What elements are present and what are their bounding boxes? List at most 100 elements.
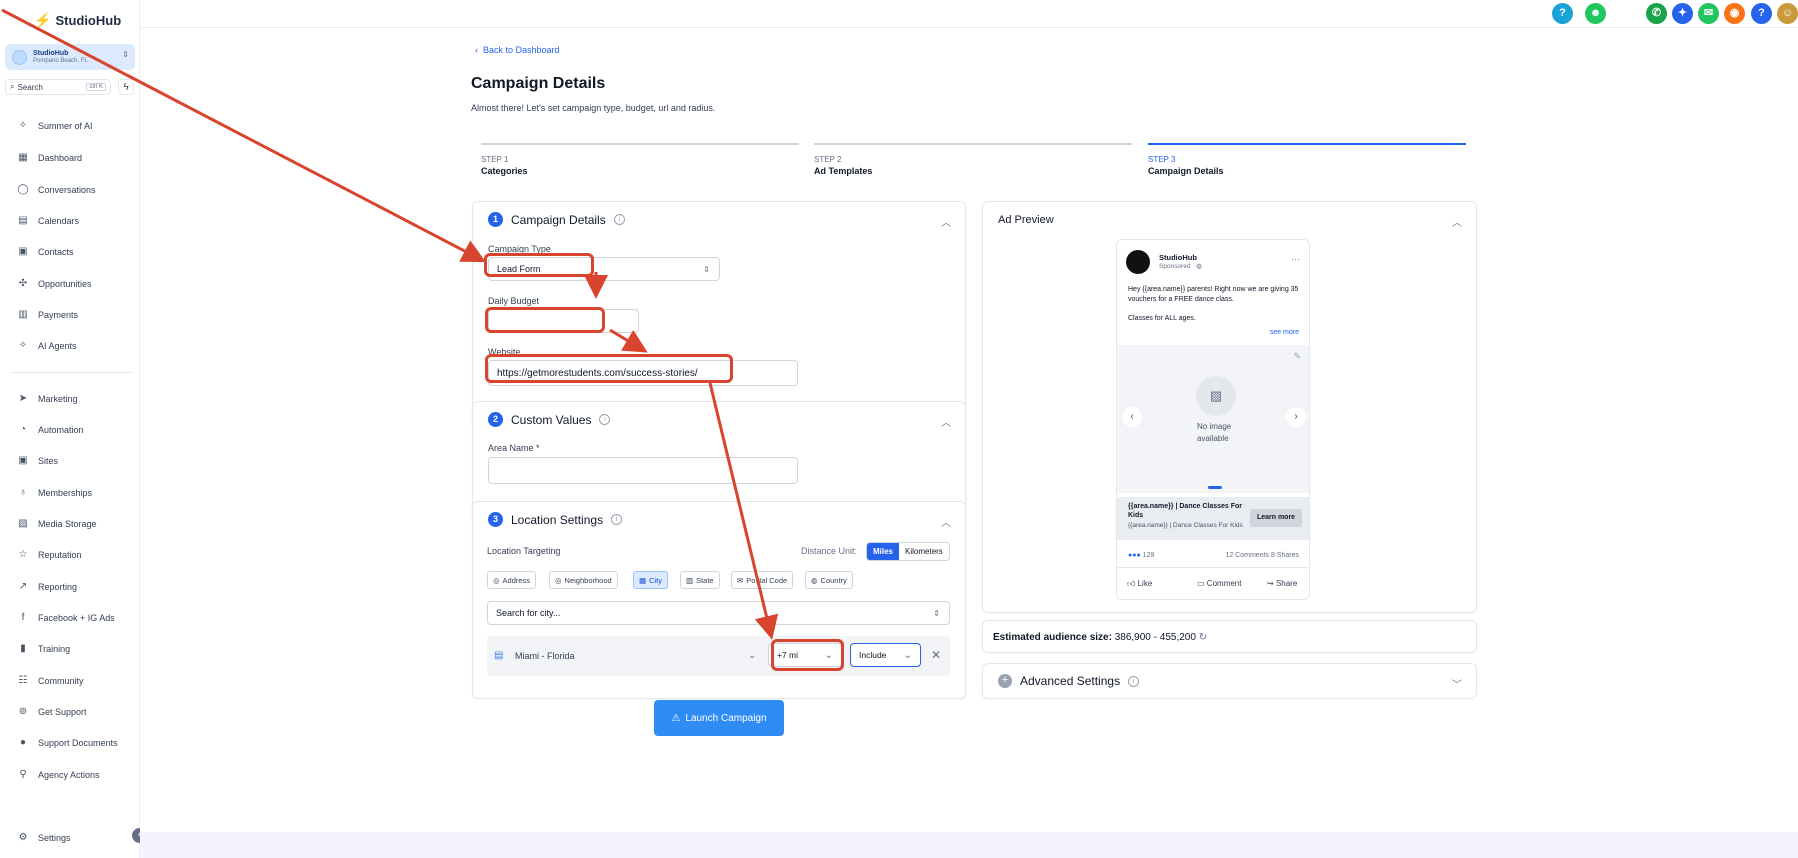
chip-address[interactable]: ◎ Address	[487, 571, 537, 589]
nav-calendars[interactable]: ▤ Calendars	[17, 215, 79, 226]
more-icon[interactable]: ···	[1291, 254, 1300, 264]
chevron-down-icon: ⌄	[903, 649, 912, 661]
nodes-icon: ⚲	[19, 769, 27, 780]
like-action[interactable]: 👍︎ Like	[1127, 579, 1152, 589]
chip-neighborhood[interactable]: ◎ Neighborhood	[549, 571, 618, 589]
launch-label: Launch Campaign	[685, 712, 767, 724]
info-icon[interactable]: i	[611, 514, 623, 525]
nav-contacts[interactable]: ▣ Contacts	[17, 246, 73, 257]
search-input[interactable]: ⌕ Search ctrl K	[5, 79, 111, 95]
edit-icon[interactable]: ✎	[1293, 351, 1301, 362]
nav-label: Payments	[38, 309, 79, 320]
phone-icon[interactable]: ✆	[1646, 3, 1667, 24]
advanced-settings-card[interactable]: + Advanced Settings i ﹀	[982, 663, 1477, 699]
share-action[interactable]: ↪ Share	[1267, 579, 1297, 588]
android-icon[interactable]: ☻	[1585, 3, 1606, 24]
refresh-icon[interactable]: ↻	[1199, 632, 1207, 643]
sparkle-icon: ✧	[18, 340, 28, 351]
nav-community[interactable]: ☷ Community	[17, 675, 84, 686]
engagement-stats: 12 Comments 8 Shares	[1225, 552, 1299, 559]
carousel-prev-icon[interactable]: ‹	[1122, 407, 1142, 427]
nav-automation[interactable]: ◔ Automation	[17, 424, 84, 435]
chevron-down-icon[interactable]: ⌄	[748, 650, 756, 661]
chip-postal-code[interactable]: ✉ Postal Code	[731, 571, 794, 589]
nav-reporting[interactable]: ↗ Reporting	[17, 581, 77, 592]
section-number: 2	[488, 412, 503, 427]
question-icon[interactable]: ?	[1751, 3, 1772, 24]
step-3[interactable]: STEP 3 Campaign Details	[1148, 143, 1466, 176]
chevron-up-icon[interactable]: ︿	[1452, 214, 1462, 229]
audience-size: Estimated audience size: 386,900 - 455,2…	[993, 632, 1207, 643]
avatar-icon[interactable]: ☺	[1777, 3, 1798, 24]
unit-miles[interactable]: Miles	[867, 543, 900, 560]
megaphone-icon[interactable]: ✉	[1698, 3, 1719, 24]
select-arrows-icon: ⇕	[933, 608, 940, 618]
chevron-up-icon[interactable]: ︿	[941, 514, 951, 529]
step-number: STEP 1	[481, 155, 509, 164]
main-content: ‹ Back to Dashboard Campaign Details Alm…	[140, 28, 1798, 832]
info-icon[interactable]: i	[599, 414, 611, 425]
nav-label: Facebook + IG Ads	[38, 612, 115, 623]
nav-reputation[interactable]: ☆ Reputation	[17, 549, 82, 560]
nav-get-support[interactable]: ⊚ Get Support	[17, 706, 87, 717]
nav-facebook-ig-ads[interactable]: f Facebook + IG Ads	[17, 612, 115, 623]
step-1[interactable]: STEP 1 Categories	[481, 143, 799, 176]
bolt-logo-icon: ⚡	[34, 12, 52, 28]
nav-ai-agents[interactable]: ✧ AI Agents	[17, 340, 77, 351]
comment-label: Comment	[1206, 579, 1242, 588]
remove-location-icon[interactable]: ✕	[931, 648, 941, 662]
sparkle-icon[interactable]: ✦	[1672, 3, 1693, 24]
nav-label: Reporting	[38, 581, 78, 592]
include-select[interactable]: Include ⌄	[850, 643, 921, 667]
nav-label: Community	[38, 675, 84, 686]
comment-icon: ▭	[1197, 579, 1205, 588]
chip-city[interactable]: ▦ City	[633, 571, 669, 589]
quick-actions-button[interactable]: ϟ	[118, 79, 134, 95]
brand-logo[interactable]: ⚡ StudioHub	[34, 12, 121, 29]
nav-support-documents[interactable]: ● Support Documents	[17, 737, 118, 748]
see-more-link[interactable]: see more	[1270, 329, 1299, 336]
chip-state[interactable]: ▥ State	[680, 571, 720, 589]
select-arrows-icon: ⇕	[703, 264, 710, 274]
nav-memberships[interactable]: ♁ Memberships	[17, 487, 92, 498]
nav-opportunities[interactable]: ✣ Opportunities	[17, 278, 92, 289]
account-location: Pompano Beach, FL	[33, 57, 88, 64]
nav-sites[interactable]: ▣ Sites	[17, 455, 58, 466]
area-name-input[interactable]	[488, 457, 798, 484]
nav-label: AI Agents	[38, 340, 77, 351]
distance-unit-toggle[interactable]: Miles Kilometers	[866, 542, 950, 561]
unit-kilometers[interactable]: Kilometers	[899, 543, 949, 560]
learn-more-button[interactable]: Learn more	[1250, 509, 1302, 527]
nav-media-storage[interactable]: ▨ Media Storage	[17, 518, 96, 529]
reactions: ●●● 129	[1128, 552, 1154, 559]
bell-icon[interactable]: ◉	[1724, 3, 1745, 24]
advanced-settings-title: Advanced Settings	[1020, 674, 1121, 688]
chip-label: Neighborhood	[564, 575, 612, 585]
nav-summer-of-ai[interactable]: ✧ Summer of AI	[17, 120, 93, 131]
chevron-up-icon[interactable]: ︿	[941, 414, 951, 429]
nav-label: Sites	[38, 455, 59, 466]
nav-dashboard[interactable]: ▦ Dashboard	[17, 152, 82, 163]
nav-marketing[interactable]: ➤ Marketing	[17, 393, 78, 404]
back-to-dashboard-link[interactable]: ‹ Back to Dashboard	[475, 45, 560, 55]
nav-settings[interactable]: ⚙ Settings	[17, 832, 71, 843]
step-2[interactable]: STEP 2 Ad Templates	[814, 143, 1132, 176]
city-search-input[interactable]: Search for city... ⇕	[487, 601, 950, 625]
carousel-next-icon[interactable]: ›	[1286, 407, 1306, 427]
nav-payments[interactable]: ▥ Payments	[17, 309, 78, 320]
mail-icon: ✉	[737, 575, 744, 585]
help-icon[interactable]: ?	[1552, 3, 1573, 24]
info-icon[interactable]: i	[613, 214, 625, 225]
chevron-up-icon[interactable]: ︿	[941, 214, 951, 229]
launch-campaign-button[interactable]: ⚠ Launch Campaign	[654, 700, 784, 736]
include-value: Include	[859, 650, 887, 660]
account-switcher[interactable]: StudioHub Pompano Beach, FL ⇕	[5, 44, 135, 70]
nav-conversations[interactable]: ◯ Conversations	[17, 184, 95, 195]
fb-sponsored: Sponsored · ◍	[1159, 262, 1202, 270]
info-icon[interactable]: i	[1128, 675, 1140, 687]
chip-country[interactable]: ◍ Country	[805, 571, 853, 589]
nav-training[interactable]: ▮ Training	[17, 643, 70, 654]
share-label: Share	[1275, 579, 1298, 588]
nav-agency-actions[interactable]: ⚲ Agency Actions	[17, 769, 99, 780]
comment-action[interactable]: ▭ Comment	[1197, 579, 1241, 588]
